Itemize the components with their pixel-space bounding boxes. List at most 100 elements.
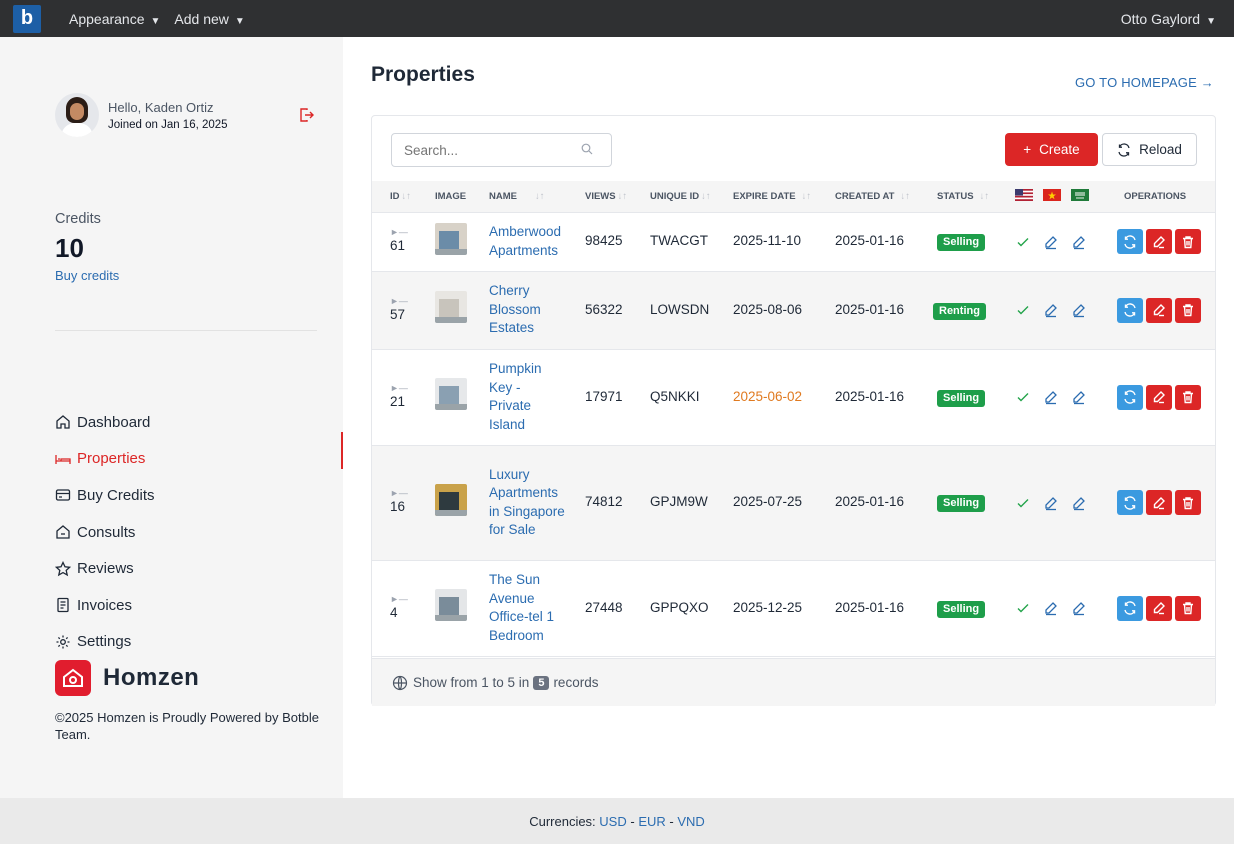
edit-button[interactable] xyxy=(1146,384,1172,410)
sidebar-item-label: Invoices xyxy=(77,596,133,614)
renew-button[interactable] xyxy=(1117,490,1143,515)
edit-icon xyxy=(1153,304,1165,317)
sidebar-item-invoices[interactable]: Invoices xyxy=(55,587,155,624)
sidebar-item-reviews[interactable]: Reviews xyxy=(55,550,155,587)
gear-icon xyxy=(56,635,70,649)
plus-icon: + xyxy=(1023,142,1032,157)
edit-translation-icon[interactable] xyxy=(1043,234,1059,250)
add-new-menu[interactable]: Add new ▼ xyxy=(174,11,244,27)
brand-logo[interactable]: Homzen xyxy=(55,660,199,696)
operations-cell xyxy=(1094,349,1215,446)
property-thumbnail[interactable] xyxy=(435,378,467,411)
edit-translation-icon[interactable] xyxy=(1043,302,1059,318)
edit-button[interactable] xyxy=(1146,297,1172,323)
footer-prefix: Show from 1 to 5 in xyxy=(413,675,530,690)
properties-table-card: + Create Reload ID↓↑ IMAGE NAME↓↑ VIEWS↓↑… xyxy=(371,115,1216,706)
property-thumbnail[interactable] xyxy=(435,483,467,516)
search-input[interactable] xyxy=(391,133,612,167)
column-status[interactable]: STATUS ↓↑ xyxy=(919,181,997,213)
language-cell xyxy=(997,212,1094,272)
property-thumbnail[interactable] xyxy=(435,291,467,324)
buy-credits-link[interactable]: Buy credits xyxy=(55,268,119,283)
sort-handle-icon: ►— xyxy=(390,382,408,393)
status-cell: Selling xyxy=(919,560,997,657)
name-cell: Cherry Blossom Estates xyxy=(471,271,567,350)
currency-usd-link[interactable]: USD xyxy=(599,814,626,829)
sort-icon: ↓↑ xyxy=(801,190,812,202)
property-name-link[interactable]: Pumpkin Key - Private Island xyxy=(489,360,565,434)
delete-button[interactable] xyxy=(1175,297,1201,323)
table-row: ►— 57 Cherry Blossom Estates 56322 LOWSDN 202… xyxy=(372,271,1215,350)
admin-logo-icon[interactable]: b xyxy=(13,4,41,33)
renew-button[interactable] xyxy=(1117,297,1143,323)
edit-translation-icon[interactable] xyxy=(1043,389,1059,405)
column-expire-date[interactable]: EXPIRE DATE ↓↑ xyxy=(715,181,817,213)
check-icon xyxy=(1017,604,1029,613)
row-id: 21 xyxy=(390,393,406,409)
edit-button[interactable] xyxy=(1146,595,1172,621)
sidebar-item-dashboard[interactable]: Dashboard xyxy=(55,404,155,441)
caret-down-icon: ▼ xyxy=(234,15,245,27)
property-thumbnail[interactable] xyxy=(435,589,467,622)
sidebar-item-properties[interactable]: Properties xyxy=(55,441,155,478)
edit-button[interactable] xyxy=(1146,490,1172,515)
create-button-label: Create xyxy=(1039,142,1080,157)
name-cell: Pumpkin Key - Private Island xyxy=(471,349,567,446)
sort-icon: ↓↑ xyxy=(900,190,910,202)
edit-translation-icon[interactable] xyxy=(1071,600,1087,616)
renew-button[interactable] xyxy=(1117,384,1143,410)
renew-button[interactable] xyxy=(1117,229,1143,254)
caret-down-icon: ▼ xyxy=(1206,16,1216,27)
property-thumbnail[interactable] xyxy=(435,222,467,255)
sidebar: Hello, Kaden Ortiz Joined on Jan 16, 202… xyxy=(0,37,343,798)
edit-translation-icon[interactable] xyxy=(1071,234,1087,250)
column-created-at[interactable]: CREATED AT ↓↑ xyxy=(817,181,919,213)
renew-button[interactable] xyxy=(1117,595,1143,621)
renew-icon xyxy=(1124,495,1136,510)
arrow-right-icon: → xyxy=(1200,75,1214,90)
delete-button[interactable] xyxy=(1175,229,1201,254)
credit-card-icon xyxy=(55,489,71,502)
property-name-link[interactable]: Cherry Blossom Estates xyxy=(489,282,565,338)
sidebar-item-consults[interactable]: Consults xyxy=(55,514,155,551)
delete-button[interactable] xyxy=(1175,595,1201,621)
column-name[interactable]: NAME ↓↑ xyxy=(471,181,567,213)
sidebar-item-settings[interactable]: Settings xyxy=(55,624,155,661)
edit-button[interactable] xyxy=(1146,229,1172,254)
delete-button[interactable] xyxy=(1175,384,1201,410)
edit-translation-icon[interactable] xyxy=(1071,495,1087,511)
appearance-menu[interactable]: Appearance ▼ xyxy=(69,11,160,27)
star-icon xyxy=(55,560,71,576)
column-id[interactable]: ID ↓↑ xyxy=(372,181,417,213)
name-cell: Amberwood Apartments xyxy=(471,212,567,272)
trash-icon xyxy=(1183,235,1193,248)
property-name-link[interactable]: Luxury Apartments in Singapore for Sale xyxy=(489,466,565,540)
user-menu[interactable]: Otto Gaylord ▼ xyxy=(1121,11,1216,27)
edit-translation-icon[interactable] xyxy=(1071,302,1087,318)
edit-translation-icon[interactable] xyxy=(1043,600,1059,616)
column-unique-id[interactable]: UNIQUE ID ↓↑ xyxy=(632,181,715,213)
delete-button[interactable] xyxy=(1175,490,1201,515)
column-views[interactable]: VIEWS ↓↑ xyxy=(567,181,632,213)
table-row: ►— 4 The Sun Avenue Office-tel 1 Bedroom 27… xyxy=(372,560,1215,657)
reload-button[interactable]: Reload xyxy=(1102,133,1197,166)
created-at-cell: 2025-01-16 xyxy=(817,271,919,350)
edit-translation-icon[interactable] xyxy=(1071,389,1087,405)
create-button[interactable]: + Create xyxy=(1005,133,1098,166)
sidebar-item-buy-credits[interactable]: Buy Credits xyxy=(55,477,155,514)
renew-icon xyxy=(1124,390,1136,404)
logout-icon[interactable] xyxy=(298,107,316,125)
sort-icon: ↓↑ xyxy=(979,190,990,202)
status-cell: Selling xyxy=(919,445,997,561)
edit-translation-icon[interactable] xyxy=(1043,495,1059,511)
property-name-link[interactable]: The Sun Avenue Office-tel 1 Bedroom xyxy=(489,571,565,645)
edit-icon xyxy=(1153,602,1165,615)
sort-icon: ↓↑ xyxy=(701,190,711,202)
image-cell xyxy=(417,560,471,657)
property-name-link[interactable]: Amberwood Apartments xyxy=(489,223,565,260)
go-to-homepage-link[interactable]: GO TO HOMEPAGE → xyxy=(1075,75,1214,90)
currency-vnd-link[interactable]: VND xyxy=(677,814,704,829)
sidebar-item-label: Reviews xyxy=(77,560,134,578)
id-cell: ►— 16 xyxy=(372,445,417,561)
currency-eur-link[interactable]: EUR xyxy=(638,814,665,829)
